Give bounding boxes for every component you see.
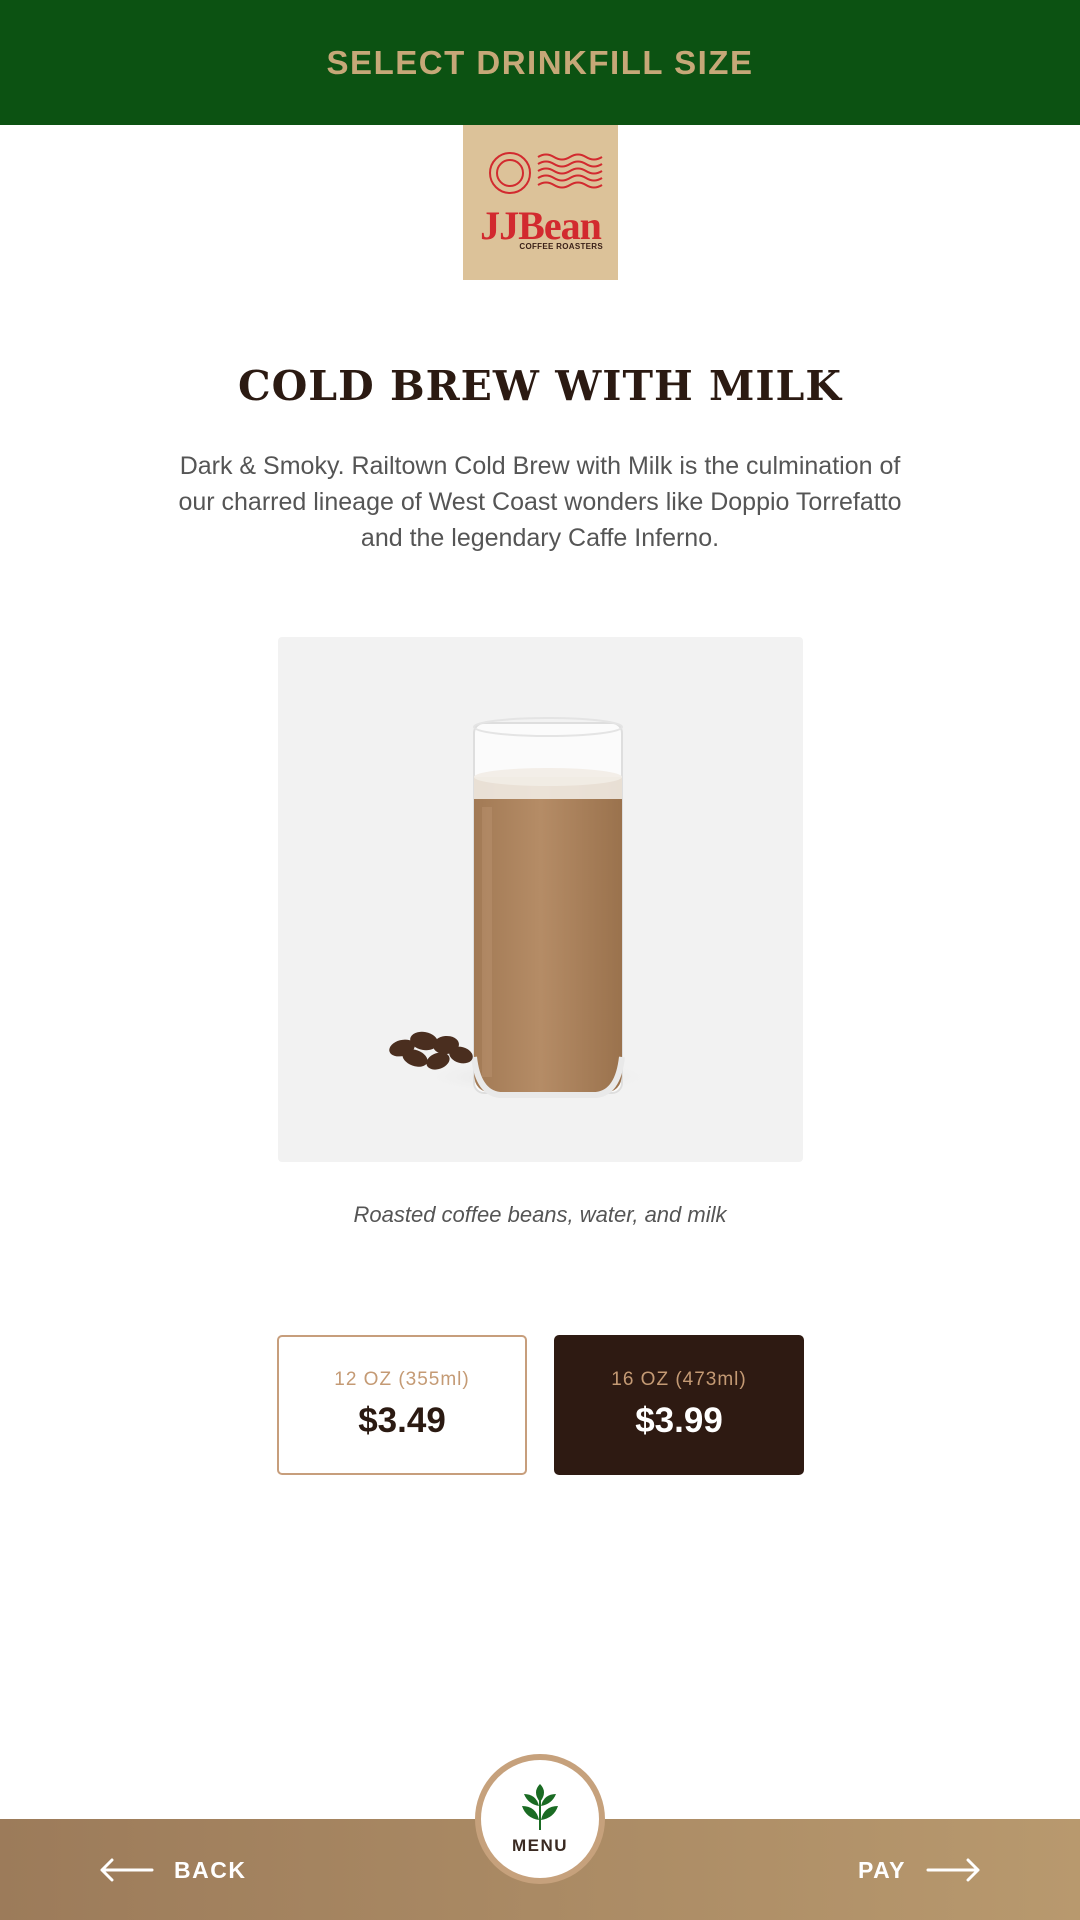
back-label: BACK <box>174 1856 247 1883</box>
arrow-left-icon <box>100 1858 154 1882</box>
cold-brew-glass-illustration <box>389 717 658 1098</box>
brand-logo: JJBean COFFEE ROASTERS <box>463 125 618 280</box>
leaf-icon <box>522 1784 558 1830</box>
back-button[interactable]: BACK <box>98 1850 246 1890</box>
product-image <box>278 637 803 1162</box>
menu-label: MENU <box>511 1836 569 1855</box>
size-label: 16 OZ (473ml) <box>611 1369 747 1390</box>
postmark-icon <box>489 152 603 194</box>
brand-tagline: COFFEE ROASTERS <box>519 242 603 251</box>
pay-button[interactable]: PAY <box>858 1850 982 1890</box>
menu-button[interactable]: MENU <box>475 1754 605 1884</box>
size-option-12oz[interactable]: 12 OZ (355ml) $3.49 <box>277 1335 527 1475</box>
size-price: $3.49 <box>358 1401 446 1440</box>
product-name: COLD BREW WITH MILK <box>237 362 843 410</box>
size-label: 12 OZ (355ml) <box>334 1369 470 1390</box>
page-title: SELECT DRINKFILL SIZE <box>326 43 754 81</box>
size-price: $3.99 <box>635 1401 723 1440</box>
pay-label: PAY <box>858 1856 906 1883</box>
header-bar: SELECT DRINKFILL SIZE <box>0 0 1080 125</box>
product-description: Dark & Smoky. Railtown Cold Brew with Mi… <box>178 452 902 552</box>
size-option-16oz[interactable]: 16 OZ (473ml) $3.99 <box>554 1335 804 1475</box>
arrow-right-icon <box>926 1858 980 1882</box>
product-ingredients: Roasted coffee beans, water, and milk <box>353 1202 727 1227</box>
